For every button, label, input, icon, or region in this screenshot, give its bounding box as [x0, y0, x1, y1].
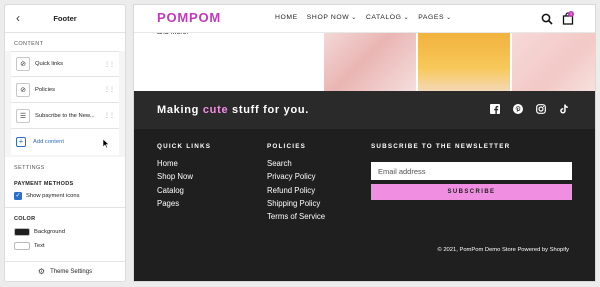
gear-icon: ⚙: [37, 267, 46, 276]
block-item-policies[interactable]: ⊘ Policies ⋮⋮: [11, 77, 119, 103]
text-color-label: Text: [34, 243, 45, 249]
show-payment-icons-label: Show payment icons: [26, 193, 80, 199]
search-icon[interactable]: [541, 13, 553, 25]
block-list: ⊘ Quick links ⋮⋮ ⊘ Policies ⋮⋮ ☰ Subscri…: [5, 51, 125, 157]
footer-tagline: Making cute stuff for you.: [157, 104, 310, 116]
policies-list: Search Privacy Policy Refund Policy Ship…: [267, 159, 325, 221]
settings-section-label: SETTINGS: [14, 165, 45, 171]
store-footer: Making cute stuff for you. QUICK LINKS H…: [134, 91, 595, 281]
newsletter-heading: SUBSCRIBE TO THE NEWSLETTER: [371, 143, 511, 150]
footer-tagline-band: Making cute stuff for you.: [134, 91, 595, 129]
hero-strip: and more!: [134, 29, 595, 91]
nav-item-home[interactable]: HOME: [275, 14, 298, 21]
footer-link-search[interactable]: Search: [267, 159, 325, 168]
nav-item-shop-now[interactable]: SHOP NOW ⌄: [307, 14, 357, 21]
background-color-swatch[interactable]: [14, 228, 30, 236]
footer-link-shop-now[interactable]: Shop Now: [157, 172, 193, 181]
footer-link-refund-policy[interactable]: Refund Policy: [267, 186, 325, 195]
background-color-label: Background: [34, 229, 65, 235]
block-label: Subscribe to the New...: [35, 112, 95, 119]
show-payment-icons-checkbox[interactable]: ✓: [14, 192, 22, 200]
facebook-icon[interactable]: [490, 104, 500, 114]
copyright-text: © 2021, PomPom Demo Store Powered by Sho…: [437, 247, 569, 253]
block-item-quick-links[interactable]: ⊘ Quick links ⋮⋮: [11, 51, 119, 77]
product-image-sprinkles[interactable]: [512, 33, 595, 91]
instagram-icon[interactable]: [536, 104, 546, 114]
text-color-swatch[interactable]: [14, 242, 30, 250]
chevron-down-icon: ⌄: [446, 15, 452, 21]
chevron-down-icon: ⌄: [351, 15, 357, 21]
store-logo[interactable]: POMPOM: [157, 10, 221, 25]
tiktok-icon[interactable]: [559, 104, 569, 114]
footer-link-catalog[interactable]: Catalog: [157, 186, 193, 195]
footer-link-shipping-policy[interactable]: Shipping Policy: [267, 199, 325, 208]
quick-links-heading: QUICK LINKS: [157, 143, 212, 150]
drag-handle-icon[interactable]: ⋮⋮: [104, 112, 115, 119]
back-chevron-icon[interactable]: ‹: [11, 11, 25, 25]
pinterest-icon[interactable]: [513, 104, 523, 114]
chevron-down-icon: ⌄: [403, 15, 410, 21]
compass-icon: ⊘: [16, 57, 30, 71]
plus-icon: +: [16, 137, 26, 147]
content-section-label: CONTENT: [14, 41, 44, 47]
drag-handle-icon[interactable]: ⋮⋮: [104, 61, 115, 68]
cart-count-badge: 1: [568, 11, 574, 17]
main-nav: HOME SHOP NOW ⌄ CATALOG ⌄ PAGES ⌄: [275, 14, 452, 21]
block-label: Quick links: [35, 61, 64, 67]
show-payment-icons-row[interactable]: ✓ Show payment icons: [5, 190, 125, 205]
product-image-marshmallows[interactable]: [324, 33, 416, 91]
theme-settings-button[interactable]: ⚙ Theme Settings: [5, 261, 125, 281]
theme-settings-label: Theme Settings: [50, 268, 93, 275]
social-links: [490, 104, 569, 114]
policies-heading: POLICIES: [267, 143, 306, 150]
payment-methods-label: PAYMENT METHODS: [14, 181, 74, 187]
nav-item-pages[interactable]: PAGES ⌄: [418, 14, 452, 21]
text-block-icon: ☰: [16, 108, 30, 123]
color-label: COLOR: [14, 216, 36, 222]
quick-links-list: Home Shop Now Catalog Pages: [157, 159, 193, 208]
divider: [5, 207, 125, 208]
footer-link-privacy-policy[interactable]: Privacy Policy: [267, 172, 325, 181]
store-header: POMPOM HOME SHOP NOW ⌄ CATALOG ⌄ PAGES ⌄ 1: [134, 5, 595, 33]
store-preview: POMPOM HOME SHOP NOW ⌄ CATALOG ⌄ PAGES ⌄ 1 …: [133, 4, 596, 282]
subscribe-button[interactable]: SUBSCRIBE: [371, 184, 572, 200]
product-image-ice-cream[interactable]: [418, 33, 510, 91]
mouse-cursor-icon: [102, 138, 110, 149]
email-input[interactable]: [371, 162, 572, 180]
panel-header: ‹ Footer: [5, 5, 125, 33]
footer-link-terms-of-service[interactable]: Terms of Service: [267, 212, 325, 221]
compass-icon: ⊘: [16, 82, 30, 97]
block-item-newsletter[interactable]: ☰ Subscribe to the New... ⋮⋮: [11, 103, 119, 129]
block-label: Policies: [35, 86, 55, 93]
add-content-button[interactable]: + Add content: [11, 129, 119, 155]
add-content-label: Add content: [33, 139, 64, 145]
drag-handle-icon[interactable]: ⋮⋮: [104, 86, 115, 93]
footer-link-pages[interactable]: Pages: [157, 199, 193, 208]
footer-link-home[interactable]: Home: [157, 159, 193, 168]
nav-item-catalog[interactable]: CATALOG ⌄: [366, 14, 409, 21]
section-editor-panel: ‹ Footer CONTENT ⊘ Quick links ⋮⋮ ⊘ Poli…: [4, 4, 126, 282]
text-color-row[interactable]: Text: [5, 239, 125, 253]
background-color-row[interactable]: Background: [5, 225, 125, 239]
